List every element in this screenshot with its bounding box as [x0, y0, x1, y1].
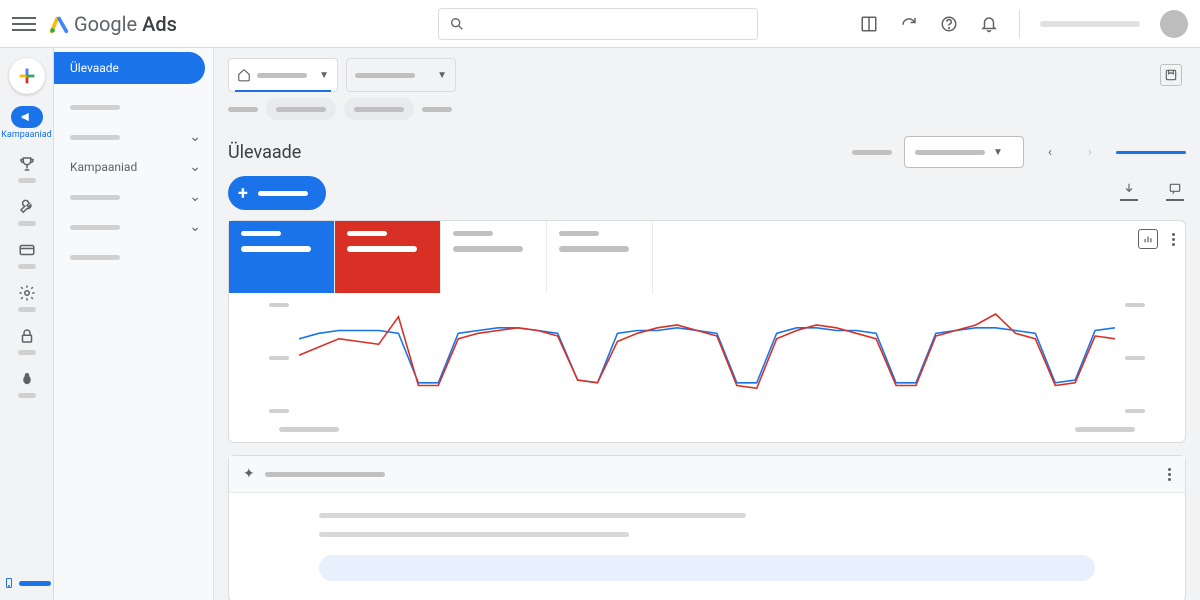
search-input[interactable]	[438, 8, 758, 40]
lock-icon	[18, 327, 36, 345]
feedback-button[interactable]	[1164, 182, 1186, 204]
campaign-selector[interactable]: ▼	[346, 58, 456, 92]
plus-icon: +	[238, 183, 248, 204]
nav-item-1[interactable]	[54, 92, 213, 122]
wrench-icon	[18, 198, 36, 216]
filter-bar: ▼ ▼	[214, 48, 1200, 96]
insight-action-pill[interactable]	[319, 555, 1095, 581]
insight-text-line	[319, 513, 746, 518]
rail-tools[interactable]	[0, 197, 53, 226]
rail-billing[interactable]	[0, 240, 53, 269]
rail-goals[interactable]	[0, 154, 53, 183]
rail-bottom-link[interactable]	[3, 576, 51, 590]
product-logo[interactable]: Google Ads	[48, 12, 177, 36]
download-icon	[1121, 182, 1137, 196]
action-row: +	[214, 176, 1200, 220]
nav-item-4[interactable]: ⌄	[54, 182, 213, 212]
date-label	[852, 150, 892, 155]
new-campaign-button[interactable]: +	[228, 176, 326, 210]
chevron-down-icon: ⌄	[189, 159, 201, 175]
account-label	[1040, 21, 1140, 27]
chevron-down-icon: ⌄	[189, 129, 201, 145]
metric-tab-4[interactable]	[547, 221, 653, 293]
create-button[interactable]	[9, 58, 45, 94]
nav-campaigns[interactable]: Kampaaniad ⌄	[54, 152, 213, 182]
nav-overview[interactable]: Ülevaade	[54, 52, 205, 84]
save-view-icon[interactable]	[1160, 64, 1182, 86]
chip-label-2	[422, 107, 452, 112]
notifications-icon[interactable]	[979, 14, 999, 34]
date-next-button: ›	[1076, 138, 1104, 166]
bug-icon	[18, 370, 36, 388]
metric-tab-1[interactable]	[229, 221, 335, 293]
insight-title	[265, 472, 385, 477]
metric-tab-3[interactable]	[441, 221, 547, 293]
megaphone-icon	[20, 110, 34, 124]
y-axis-left	[269, 303, 289, 413]
nav-campaigns-label: Kampaaniad	[70, 160, 137, 174]
left-rail: Kampaaniad	[0, 48, 54, 600]
mobile-icon	[3, 576, 15, 590]
rail-bug[interactable]	[0, 369, 53, 398]
insight-text-line	[319, 532, 629, 537]
nav-item-6[interactable]	[54, 242, 213, 272]
main-content: ▼ ▼ Ülevaade ▼ ‹ › +	[214, 48, 1200, 600]
chevron-down-icon: ⌄	[189, 189, 201, 205]
insight-card: ✦	[228, 455, 1186, 600]
trophy-icon	[18, 155, 36, 173]
filter-chip-1[interactable]	[266, 98, 336, 120]
menu-icon[interactable]	[12, 12, 36, 36]
nav-item-2[interactable]: ⌄	[54, 122, 213, 152]
chart-legend	[229, 427, 1185, 442]
reports-icon[interactable]	[859, 14, 879, 34]
line-chart	[299, 303, 1115, 413]
feedback-icon	[1167, 182, 1183, 196]
account-selector[interactable]: ▼	[228, 58, 338, 92]
card-icon	[18, 241, 36, 259]
y-axis-right	[1125, 303, 1145, 413]
title-bar: Ülevaade ▼ ‹ ›	[214, 128, 1200, 176]
rail-campaigns-label: Kampaaniad	[1, 130, 51, 140]
filter-chip-2[interactable]	[344, 98, 414, 120]
chevron-down-icon: ⌄	[189, 219, 201, 235]
performance-card	[228, 220, 1186, 443]
rail-admin[interactable]	[0, 283, 53, 312]
card-menu-button[interactable]	[1172, 233, 1175, 246]
side-nav: Ülevaade ⌄ Kampaaniad ⌄ ⌄ ⌄	[54, 48, 214, 600]
sparkle-icon: ✦	[243, 466, 255, 482]
ads-logo-icon	[48, 13, 70, 35]
chip-bar	[214, 96, 1200, 128]
help-icon[interactable]	[939, 14, 959, 34]
date-range-selector[interactable]: ▼	[904, 136, 1024, 168]
date-prev-button[interactable]: ‹	[1036, 138, 1064, 166]
product-name: Google Ads	[74, 12, 177, 36]
metric-tabs	[229, 221, 1185, 293]
rail-campaigns[interactable]: Kampaaniad	[0, 106, 53, 140]
expand-chart-button[interactable]	[1138, 229, 1158, 249]
avatar[interactable]	[1160, 10, 1188, 38]
compare-toggle[interactable]	[1116, 151, 1186, 154]
insight-menu-button[interactable]	[1168, 468, 1171, 481]
download-button[interactable]	[1118, 182, 1140, 204]
chart-icon	[1143, 234, 1153, 244]
search-icon	[449, 16, 465, 32]
home-icon	[237, 68, 251, 82]
app-header: Google Ads	[0, 0, 1200, 48]
metric-tab-2[interactable]	[335, 221, 441, 293]
chip-label-1	[228, 107, 258, 112]
nav-overview-label: Ülevaade	[70, 61, 119, 75]
page-title: Ülevaade	[228, 142, 301, 163]
nav-item-5[interactable]: ⌄	[54, 212, 213, 242]
rail-security[interactable]	[0, 326, 53, 355]
plus-icon	[16, 65, 38, 87]
refresh-icon[interactable]	[899, 14, 919, 34]
gear-icon	[18, 284, 36, 302]
